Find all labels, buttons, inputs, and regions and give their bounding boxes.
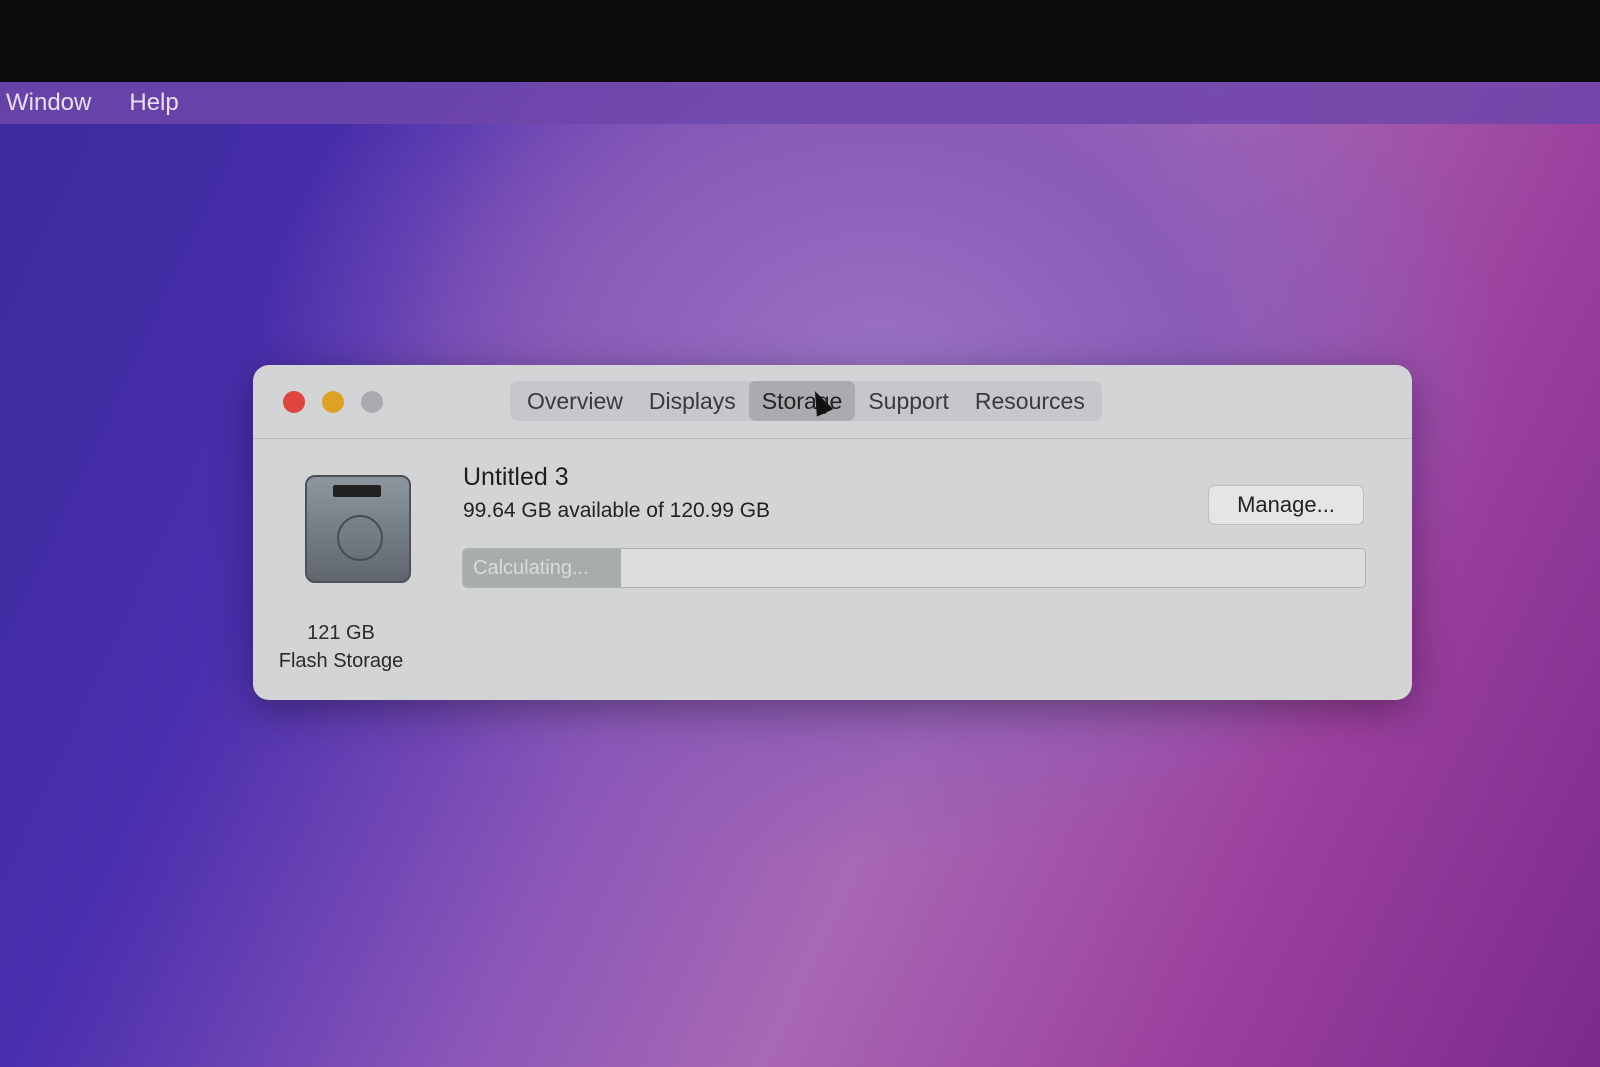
minimize-button[interactable] — [322, 391, 344, 413]
menu-window[interactable]: Window — [6, 89, 91, 117]
tab-resources[interactable]: Resources — [962, 381, 1098, 421]
zoom-button[interactable] — [361, 391, 383, 413]
close-button[interactable] — [283, 391, 305, 413]
storage-usage-fill: Calculating... — [463, 549, 621, 587]
about-this-mac-window: Overview Displays Storage Support Resour… — [253, 365, 1412, 700]
hard-disk-icon — [305, 475, 411, 583]
disk-caption: 121 GB Flash Storage — [271, 619, 411, 675]
disk-type: Flash Storage — [278, 650, 404, 672]
menu-bar: Window Help — [0, 82, 1600, 124]
tab-displays[interactable]: Displays — [636, 381, 749, 421]
tab-storage[interactable]: Storage — [748, 381, 856, 421]
tab-support[interactable]: Support — [855, 381, 962, 421]
volume-name: Untitled 3 — [463, 463, 569, 491]
disk-size: 121 GB — [307, 622, 375, 644]
tab-bar: Overview Displays Storage Support Resour… — [510, 381, 1102, 421]
tab-overview[interactable]: Overview — [514, 381, 636, 421]
title-bar: Overview Displays Storage Support Resour… — [253, 365, 1412, 439]
storage-usage-bar: Calculating... — [462, 548, 1366, 588]
manage-button[interactable]: Manage... — [1208, 485, 1364, 525]
volume-availability: 99.64 GB available of 120.99 GB — [463, 499, 771, 522]
menu-help[interactable]: Help — [129, 89, 178, 117]
screen-bezel — [0, 0, 1600, 82]
